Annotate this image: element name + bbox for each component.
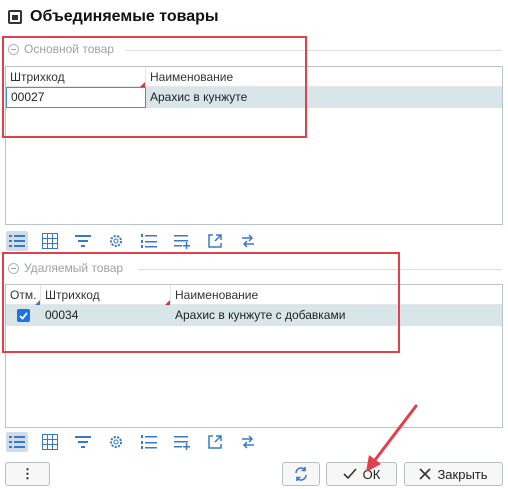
column-name[interactable]: Наименование: [146, 67, 502, 87]
numbered-list-icon[interactable]: [138, 231, 160, 251]
filter-icon[interactable]: [72, 432, 94, 452]
refresh-icon: [295, 467, 307, 481]
numbered-list-icon[interactable]: [138, 432, 160, 452]
close-button[interactable]: Закрыть: [404, 462, 503, 486]
add-rows-icon[interactable]: [171, 231, 193, 251]
more-actions-button[interactable]: ⋮: [5, 462, 50, 486]
cell-barcode[interactable]: 00034: [41, 305, 171, 326]
settings-gear-icon[interactable]: [105, 231, 127, 251]
export-icon[interactable]: [204, 432, 226, 452]
swap-icon[interactable]: [237, 432, 259, 452]
main-item-group-title: Основной товар: [24, 42, 114, 56]
refresh-button[interactable]: [282, 462, 320, 486]
group-divider: [126, 50, 502, 51]
table-view-icon[interactable]: [39, 231, 61, 251]
grid-header: Отм. Штрихкод Наименование: [6, 284, 502, 305]
column-mark[interactable]: Отм.: [6, 284, 41, 305]
window-title: Объединяемые товары: [30, 8, 219, 25]
required-mark: [165, 299, 170, 305]
grid-header: Штрихкод Наименование: [6, 66, 502, 87]
collapse-icon[interactable]: [8, 262, 19, 274]
table-row[interactable]: 00034 Арахис в кунжуте с добавками: [6, 305, 502, 326]
main-grid-toolbar: [6, 230, 270, 252]
close-icon: [419, 468, 432, 480]
remove-item-group-header[interactable]: Удаляемый товар: [8, 261, 123, 275]
filter-icon[interactable]: [72, 231, 94, 251]
table-row[interactable]: 00027 Арахис в кунжуте: [6, 87, 502, 108]
add-rows-icon[interactable]: [171, 432, 193, 452]
remove-item-grid[interactable]: Отм. Штрихкод Наименование 00034 Арахис …: [5, 284, 503, 428]
remove-item-group-title: Удаляемый товар: [24, 261, 124, 275]
column-barcode[interactable]: Штрихкод: [41, 284, 171, 305]
cell-name[interactable]: Арахис в кунжуте: [146, 87, 502, 108]
title-bar: Объединяемые товары: [0, 0, 508, 34]
main-item-group-header[interactable]: Основной товар: [8, 42, 114, 56]
column-name[interactable]: Наименование: [171, 285, 502, 305]
ok-button[interactable]: ОК: [326, 462, 397, 486]
cell-checkbox[interactable]: [6, 305, 41, 326]
list-view-icon[interactable]: [6, 231, 28, 251]
checkbox-checked[interactable]: [17, 309, 30, 322]
export-icon[interactable]: [204, 231, 226, 251]
swap-icon[interactable]: [237, 231, 259, 251]
settings-gear-icon[interactable]: [105, 432, 127, 452]
main-item-grid[interactable]: Штрихкод Наименование 00027 Арахис в кун…: [5, 66, 503, 225]
cell-name[interactable]: Арахис в кунжуте с добавками: [171, 305, 502, 326]
remove-grid-toolbar: [6, 431, 270, 453]
table-view-icon[interactable]: [39, 432, 61, 452]
required-mark: [140, 81, 145, 87]
cell-barcode[interactable]: 00027: [6, 87, 146, 108]
column-barcode[interactable]: Штрихкод: [6, 66, 146, 87]
collapse-icon[interactable]: [8, 43, 19, 55]
sort-mark: [35, 299, 40, 305]
checkmark-icon: [343, 468, 357, 480]
window-icon: [8, 10, 22, 24]
group-divider: [138, 269, 502, 270]
list-view-icon[interactable]: [6, 432, 28, 452]
